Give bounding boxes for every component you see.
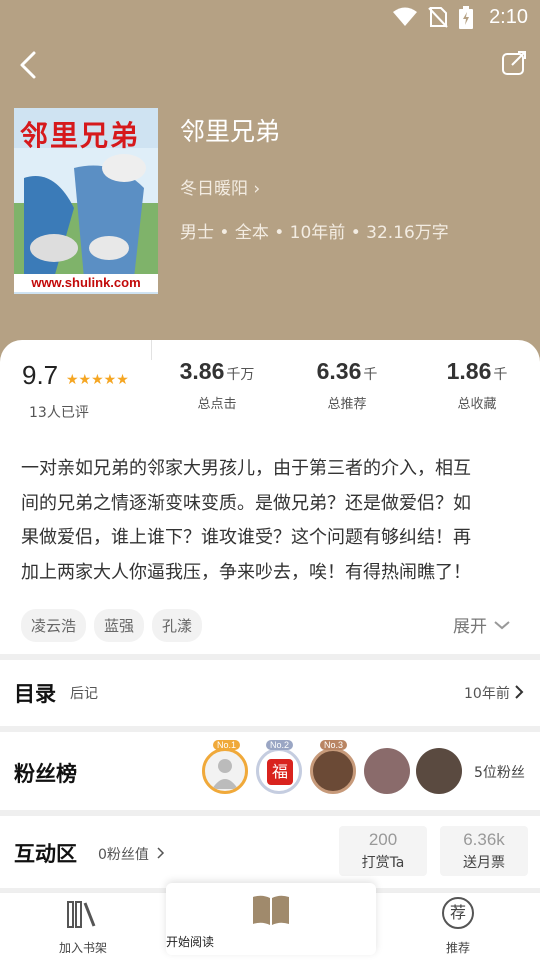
info-card: 9.7 ★★★★★ 13人已评 3.86 千万 总点击 6.36 千 总推荐 1.8… <box>0 340 540 654</box>
description-line: 果做爱侣，谁上谁下？谁攻谁受？这个问题有够纠结！再 <box>21 527 471 548</box>
book-title: 邻里兄弟 <box>180 117 281 146</box>
wifi-icon <box>393 7 417 26</box>
bottom-bar: 加入书架 开始阅读 荐 推荐 <box>0 883 540 960</box>
no-sim-icon <box>428 7 448 28</box>
default-avatar-icon <box>212 759 238 789</box>
chevron-right-icon <box>515 685 524 699</box>
star-rating: ★★★★★ <box>66 372 129 388</box>
recommend-icon: 荐 <box>442 897 474 929</box>
reward-label: 打赏Ta <box>361 855 405 871</box>
toc-updated-time: 10年前 <box>464 686 510 702</box>
book-header: 2:10 邻里兄弟 www.shulink.com 邻里兄弟 冬日暖阳 › 男士… <box>0 0 540 380</box>
battery-charging-icon <box>459 6 473 29</box>
fans-count: 5位粉丝 <box>474 765 525 781</box>
open-book-icon <box>253 895 289 925</box>
tag[interactable]: 凌云浩 <box>21 609 87 642</box>
interact-title: 互动区 <box>14 841 77 866</box>
stat-unit: 千 <box>493 367 508 383</box>
bookshelf-icon <box>67 901 96 928</box>
stat-favorites: 1.86 千 总收藏 <box>432 358 522 412</box>
start-reading-button[interactable]: 开始阅读 <box>166 883 376 955</box>
stat-label: 总收藏 <box>457 397 497 412</box>
reward-button[interactable]: 200 打赏Ta <box>339 826 427 876</box>
tag-list: 凌云浩 蓝强 孔漾 <box>21 609 203 642</box>
fu-character-avatar: 福 <box>267 759 293 785</box>
fans-title: 粉丝榜 <box>14 761 77 786</box>
fan-avatar-2[interactable]: 福 <box>256 748 302 794</box>
expand-button[interactable]: 展开 <box>453 612 511 637</box>
share-icon[interactable] <box>500 50 528 78</box>
chevron-down-icon <box>494 620 510 629</box>
stat-value: 1.86 <box>446 358 492 384</box>
monthly-ticket-count: 6.36k <box>463 830 505 849</box>
stat-clicks: 3.86 千万 总点击 <box>170 358 264 412</box>
stat-value: 6.36 <box>316 358 362 384</box>
book-description: 一对亲如兄弟的邻家大男孩儿，由于第三者的介入，相互 间的兄弟之情逐渐变味变质。是… <box>21 452 521 590</box>
stat-label: 总点击 <box>197 397 237 412</box>
back-arrow-icon[interactable] <box>14 48 44 82</box>
chevron-right-icon <box>157 847 165 859</box>
rank-badge-3: No.3 <box>320 740 348 750</box>
description-line: 一对亲如兄弟的邻家大男孩儿，由于第三者的介入，相互 <box>21 458 471 479</box>
stat-unit: 千万 <box>226 367 255 383</box>
monthly-ticket-label: 送月票 <box>463 855 505 871</box>
rating-count: 13人已评 <box>29 405 89 421</box>
recommend-label: 推荐 <box>445 941 470 955</box>
stat-value: 3.86 <box>179 358 225 384</box>
cover-title: 邻里兄弟 <box>20 119 141 152</box>
rank-badge-2: No.2 <box>266 740 294 750</box>
monthly-ticket-button[interactable]: 6.36k 送月票 <box>440 826 528 876</box>
description-line: 间的兄弟之情逐渐变味变质。是做兄弟？还是做爱侣？如 <box>21 492 471 514</box>
start-reading-label: 开始阅读 <box>166 935 215 949</box>
expand-label: 展开 <box>453 617 487 637</box>
fan-avatar-3[interactable] <box>310 748 356 794</box>
fan-avatar-4[interactable] <box>364 748 410 794</box>
fan-value: 0粉丝值 <box>98 847 149 863</box>
toc-row[interactable]: 目录 后记 10年前 <box>0 660 540 726</box>
book-meta: 男士 • 全本 • 10年前 • 32.16万字 <box>180 223 449 243</box>
fan-avatar-1[interactable] <box>202 748 248 794</box>
stat-recommends: 6.36 千 总推荐 <box>302 358 392 412</box>
description-line: 加上两家大人你逼我压，争来吵去，唉！有得热闹瞧了！ <box>21 561 471 583</box>
status-bar: 2:10 <box>0 0 540 36</box>
reward-count: 200 <box>368 830 398 849</box>
stat-unit: 千 <box>363 367 378 383</box>
fan-avatar-5[interactable] <box>416 748 462 794</box>
rank-badge-1: No.1 <box>213 740 241 750</box>
book-cover[interactable]: 邻里兄弟 www.shulink.com <box>14 108 158 294</box>
stat-label: 总推荐 <box>327 397 367 412</box>
add-to-shelf-button[interactable]: 加入书架 <box>40 893 126 960</box>
rating-score: 9.7 <box>22 360 59 390</box>
tag[interactable]: 孔漾 <box>152 609 203 642</box>
divider <box>151 340 152 360</box>
author-link[interactable]: 冬日暖阳 › <box>180 174 260 199</box>
fan-value-link[interactable]: 0粉丝值 <box>98 844 165 864</box>
add-to-shelf-label: 加入书架 <box>58 941 107 955</box>
recommend-button[interactable]: 荐 推荐 <box>418 893 498 960</box>
cover-url: www.shulink.com <box>14 274 158 292</box>
status-time: 2:10 <box>489 6 528 28</box>
toc-title: 目录 <box>14 681 56 706</box>
tag[interactable]: 蓝强 <box>94 609 145 642</box>
toc-latest-chapter: 后记 <box>70 686 98 702</box>
